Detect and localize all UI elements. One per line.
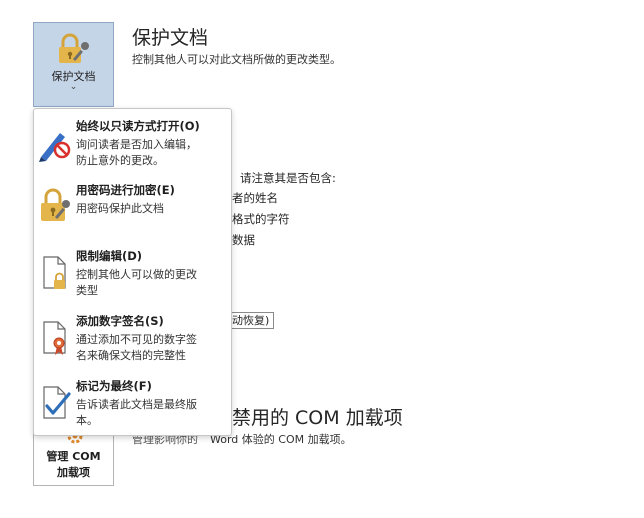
protect-document-menu: 始终以只读方式打开(O) 询问读者是否加入编辑， 防止意外的更改。 用密码进行加…	[33, 108, 232, 436]
menu-item-title: 标记为最终(F)	[76, 379, 152, 393]
read-only-pen-icon	[39, 133, 71, 162]
menu-item-description: 本。	[76, 414, 98, 427]
protect-section-title: 保护文档	[132, 27, 209, 49]
menu-item-add-digital-signature[interactable]: 添加数字签名(S) 通过添加不可见的数字签 名来确保文档的完整性	[34, 310, 231, 370]
com-section-title: 禁用的 COM 加载项	[232, 407, 403, 429]
menu-item-description: 询问读者是否加入编辑，	[76, 138, 197, 151]
menu-item-description: 告诉读者此文档是最终版	[76, 398, 197, 411]
document-lock-icon	[43, 256, 66, 289]
menu-item-description: 防止意外的更改。	[76, 154, 164, 167]
protect-document-button[interactable]: 保护文档 ⌄	[33, 22, 114, 107]
menu-item-restrict-editing[interactable]: 限制编辑(D) 控制其他人可以做的更改 类型	[34, 245, 231, 305]
menu-item-title: 限制编辑(D)	[76, 249, 143, 263]
inspect-prompt: 请注意其是否包含:	[240, 171, 336, 185]
menu-item-description: 名来确保文档的完整性	[76, 349, 186, 362]
menu-item-title: 用密码进行加密(E)	[76, 183, 175, 197]
inspect-item: 者的姓名	[232, 191, 278, 205]
document-check-icon	[43, 386, 71, 419]
recover-unsaved-button[interactable]: 动恢复)	[228, 312, 274, 329]
menu-item-title: 添加数字签名(S)	[76, 314, 164, 328]
lock-key-icon	[41, 188, 70, 221]
menu-item-description: 控制其他人可以做的更改	[76, 268, 197, 281]
manage-com-label-line1: 管理 COM	[46, 450, 101, 463]
menu-item-description: 用密码保护此文档	[76, 202, 164, 215]
manage-com-label-line2: 加载项	[57, 466, 90, 479]
inspect-item: 数据	[232, 233, 255, 247]
menu-item-description: 通过添加不可见的数字签	[76, 333, 197, 346]
menu-item-title: 始终以只读方式打开(O)	[76, 119, 200, 133]
lock-key-icon	[59, 33, 89, 63]
document-ribbon-icon	[43, 321, 66, 355]
chevron-down-icon: ⌄	[69, 82, 78, 92]
menu-item-description: 类型	[76, 284, 98, 297]
menu-item-always-read-only[interactable]: 始终以只读方式打开(O) 询问读者是否加入编辑， 防止意外的更改。	[34, 115, 231, 175]
protect-section-description: 控制其他人可以对此文档所做的更改类型。	[132, 53, 341, 66]
inspect-item: 格式的字符	[232, 212, 290, 226]
menu-item-mark-as-final[interactable]: 标记为最终(F) 告诉读者此文档是最终版 本。	[34, 375, 231, 433]
menu-item-encrypt-password[interactable]: 用密码进行加密(E) 用密码保护此文档	[34, 179, 231, 235]
